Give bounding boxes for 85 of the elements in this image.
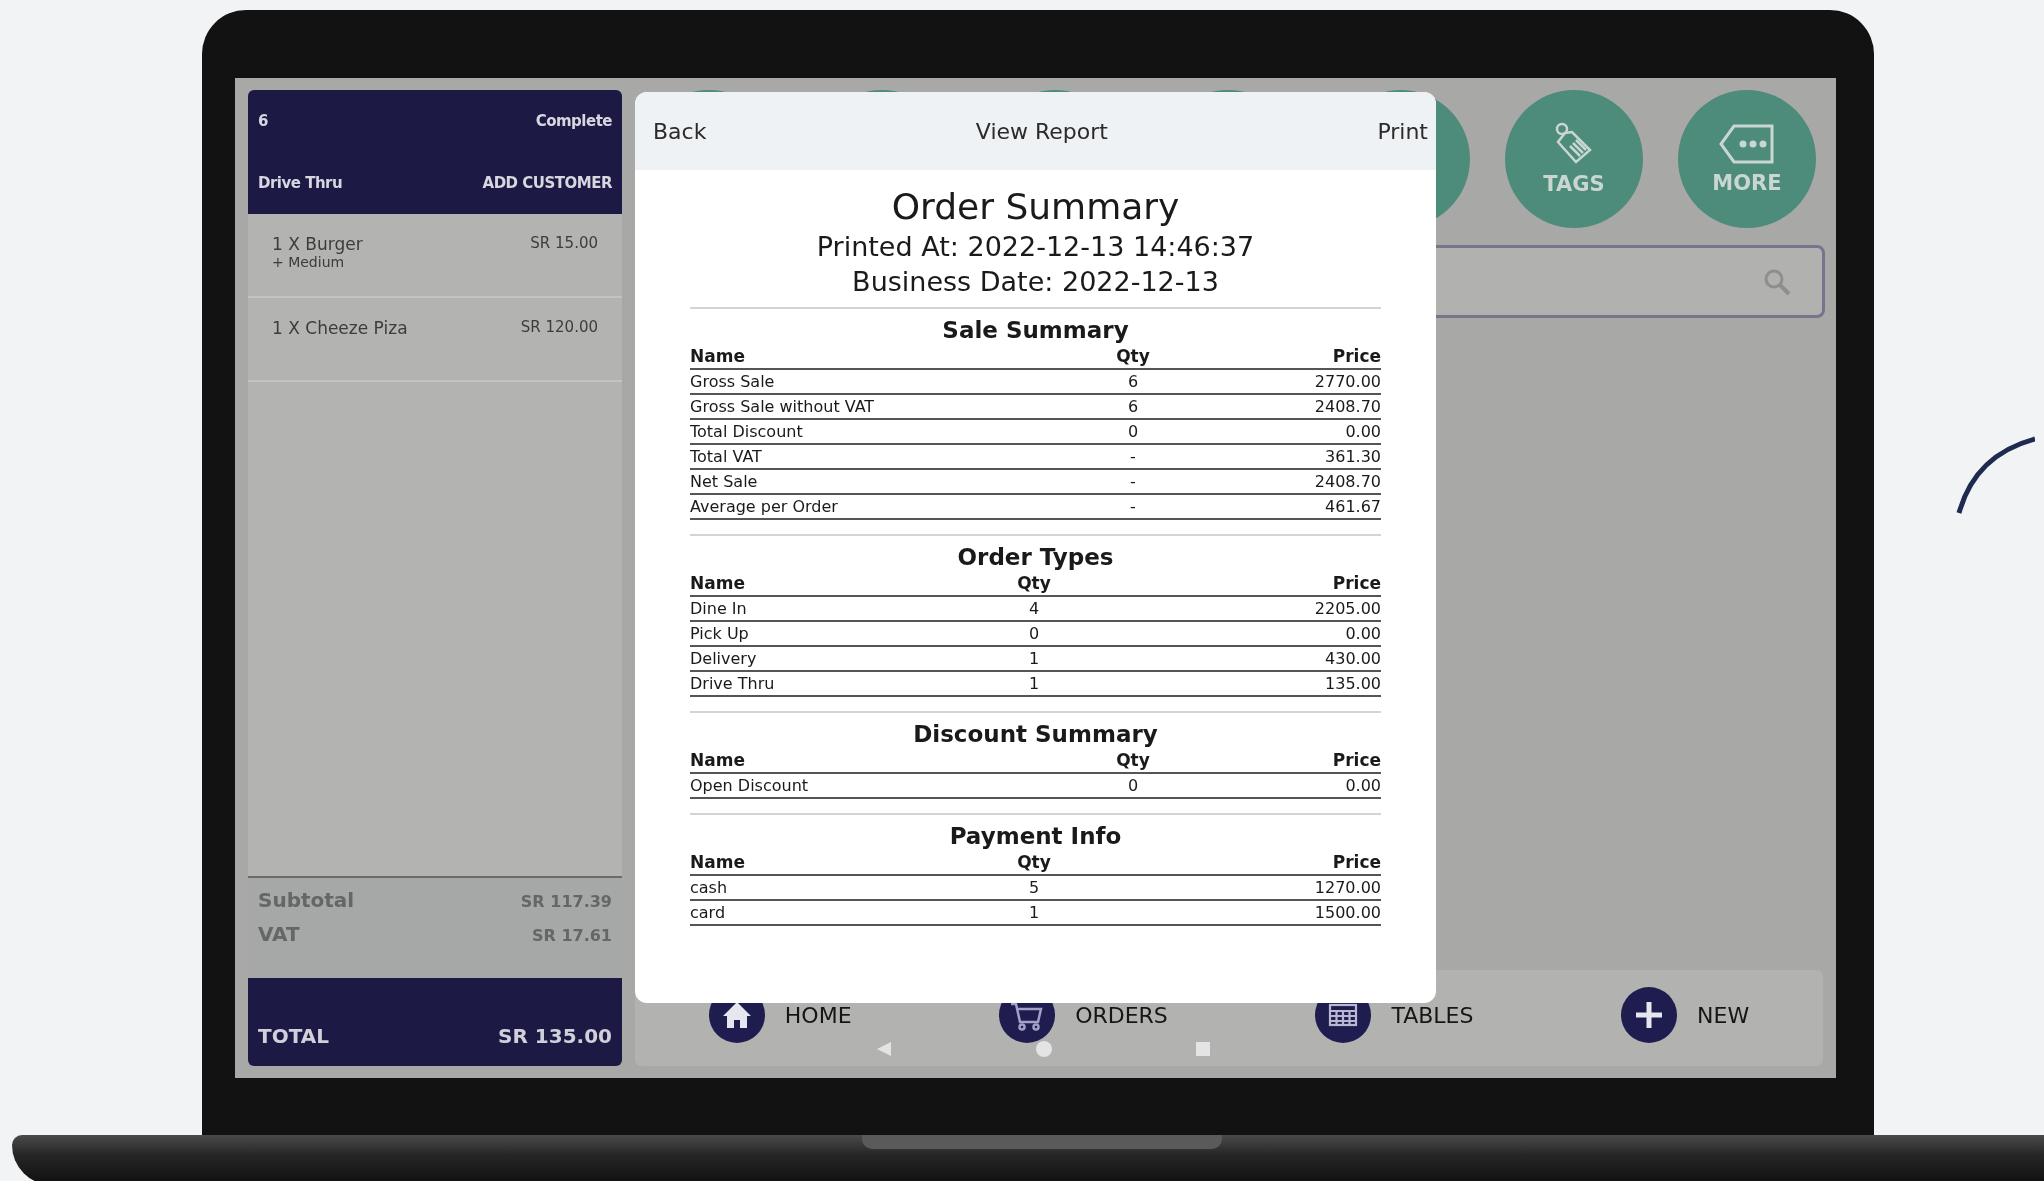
order-number: 6 [258, 112, 268, 130]
table-cell-text: 5 [1027, 877, 1041, 899]
table-cell-text: Open Discount [690, 775, 810, 797]
order-type[interactable]: Drive Thru [258, 174, 343, 192]
table-cell-text: Delivery [690, 648, 758, 670]
order-item[interactable]: 1 X Burger + Medium SR 15.00 [248, 214, 622, 298]
table-cell-text: 0.00 [1344, 623, 1381, 645]
table-cell-text: card [690, 902, 727, 924]
item-name: 1 X Burger [272, 234, 363, 254]
nav-button[interactable]: NEW [1621, 987, 1750, 1043]
more-tag-icon [1718, 123, 1776, 165]
table-cell-text: 0.00 [1344, 421, 1381, 443]
table-cell-text: - [1129, 496, 1137, 518]
column-header: Name [690, 572, 746, 595]
total-label: TOTAL [258, 1024, 329, 1048]
table-cell-text: 0 [1126, 775, 1140, 797]
table-cell-text: 1 [1027, 648, 1041, 670]
table-cell-text: 6 [1126, 396, 1140, 418]
section-title: Sale Summary [941, 317, 1130, 343]
table-cell-text: 2770.00 [1313, 371, 1381, 393]
table-cell-text: - [1129, 471, 1137, 493]
table-cell-text: 461.67 [1324, 496, 1381, 518]
table-cell-text: 430.00 [1324, 648, 1381, 670]
table-cell-text: cash [690, 877, 729, 899]
square-icon[interactable] [1195, 1041, 1211, 1057]
table-cell-text: Dine In [690, 598, 748, 620]
column-header: Qty [1115, 345, 1151, 368]
table-cell-text: Pick Up [690, 623, 750, 645]
table-cell-text: 361.30 [1324, 446, 1381, 468]
section-title: Order Types [956, 544, 1115, 570]
table-cell-text: Gross Sale without VAT [690, 396, 876, 418]
column-header: Name [690, 345, 746, 368]
table-cell-text: Total VAT [690, 446, 763, 468]
printed-at: Printed At: 2022-12-13 14:46:37 [815, 231, 1256, 262]
section-title: Payment Info [948, 823, 1123, 849]
item-price: SR 15.00 [530, 234, 598, 252]
subtotal-value: SR 117.39 [520, 892, 612, 911]
add-customer-button[interactable]: ADD CUSTOMER [482, 174, 612, 192]
table-cell-text: 6 [1126, 371, 1140, 393]
print-button[interactable]: Print [1377, 118, 1428, 144]
table-cell-text: 2408.70 [1313, 396, 1381, 418]
column-header: Qty [1016, 572, 1052, 595]
table-cell-text: 1 [1027, 902, 1041, 924]
section-title: Discount Summary [912, 721, 1159, 747]
table-cell-text: 2408.70 [1313, 471, 1381, 493]
table-cell-text: - [1129, 446, 1137, 468]
column-header: Name [690, 749, 746, 772]
column-header: Qty [1016, 851, 1052, 874]
vat-value: SR 17.61 [531, 926, 612, 945]
column-header: Price [1331, 749, 1381, 772]
column-header: Price [1331, 345, 1381, 368]
table-cell-text: 1500.00 [1313, 902, 1381, 924]
table-cell-text: Gross Sale [690, 371, 776, 393]
table-cell-text: Average per Order [690, 496, 839, 518]
vat-label: VAT [258, 922, 300, 946]
dialog-title: View Report [975, 118, 1108, 144]
table-cell-text: 0 [1027, 623, 1041, 645]
table-cell-text: 4 [1027, 598, 1041, 620]
column-header: Qty [1115, 749, 1151, 772]
total-value: SR 135.00 [498, 1024, 612, 1048]
order-status: Complete [535, 112, 612, 130]
table-cell-text: 1270.00 [1313, 877, 1381, 899]
business-date: Business Date: 2022-12-13 [851, 266, 1220, 297]
table-cell-text: Drive Thru [690, 673, 776, 695]
order-item[interactable]: 1 X Cheeze Piza SR 120.00 [248, 298, 622, 382]
table-cell-text: 1 [1027, 673, 1041, 695]
home-circle-icon[interactable] [1035, 1040, 1053, 1058]
item-modifier: + Medium [272, 254, 346, 270]
subtotal-label: Subtotal [258, 888, 355, 912]
item-price: SR 120.00 [520, 318, 598, 336]
plus-icon [1621, 987, 1678, 1043]
table-cell-text: 0 [1126, 421, 1140, 443]
item-name: 1 X Cheeze Piza [272, 318, 408, 338]
table-cell-text: Total Discount [690, 421, 804, 443]
column-header: Price [1331, 851, 1381, 874]
report-title: Order Summary [890, 186, 1181, 227]
back-triangle-icon[interactable] [875, 1040, 893, 1058]
column-header: Price [1331, 572, 1381, 595]
column-header: Name [690, 851, 746, 874]
table-cell-text: 0.00 [1344, 775, 1381, 797]
back-button[interactable]: Back [653, 118, 707, 144]
table-cell-text: Net Sale [690, 471, 759, 493]
table-cell-text: 135.00 [1324, 673, 1381, 695]
table-cell-text: 2205.00 [1313, 598, 1381, 620]
tag-icon [1554, 122, 1594, 166]
